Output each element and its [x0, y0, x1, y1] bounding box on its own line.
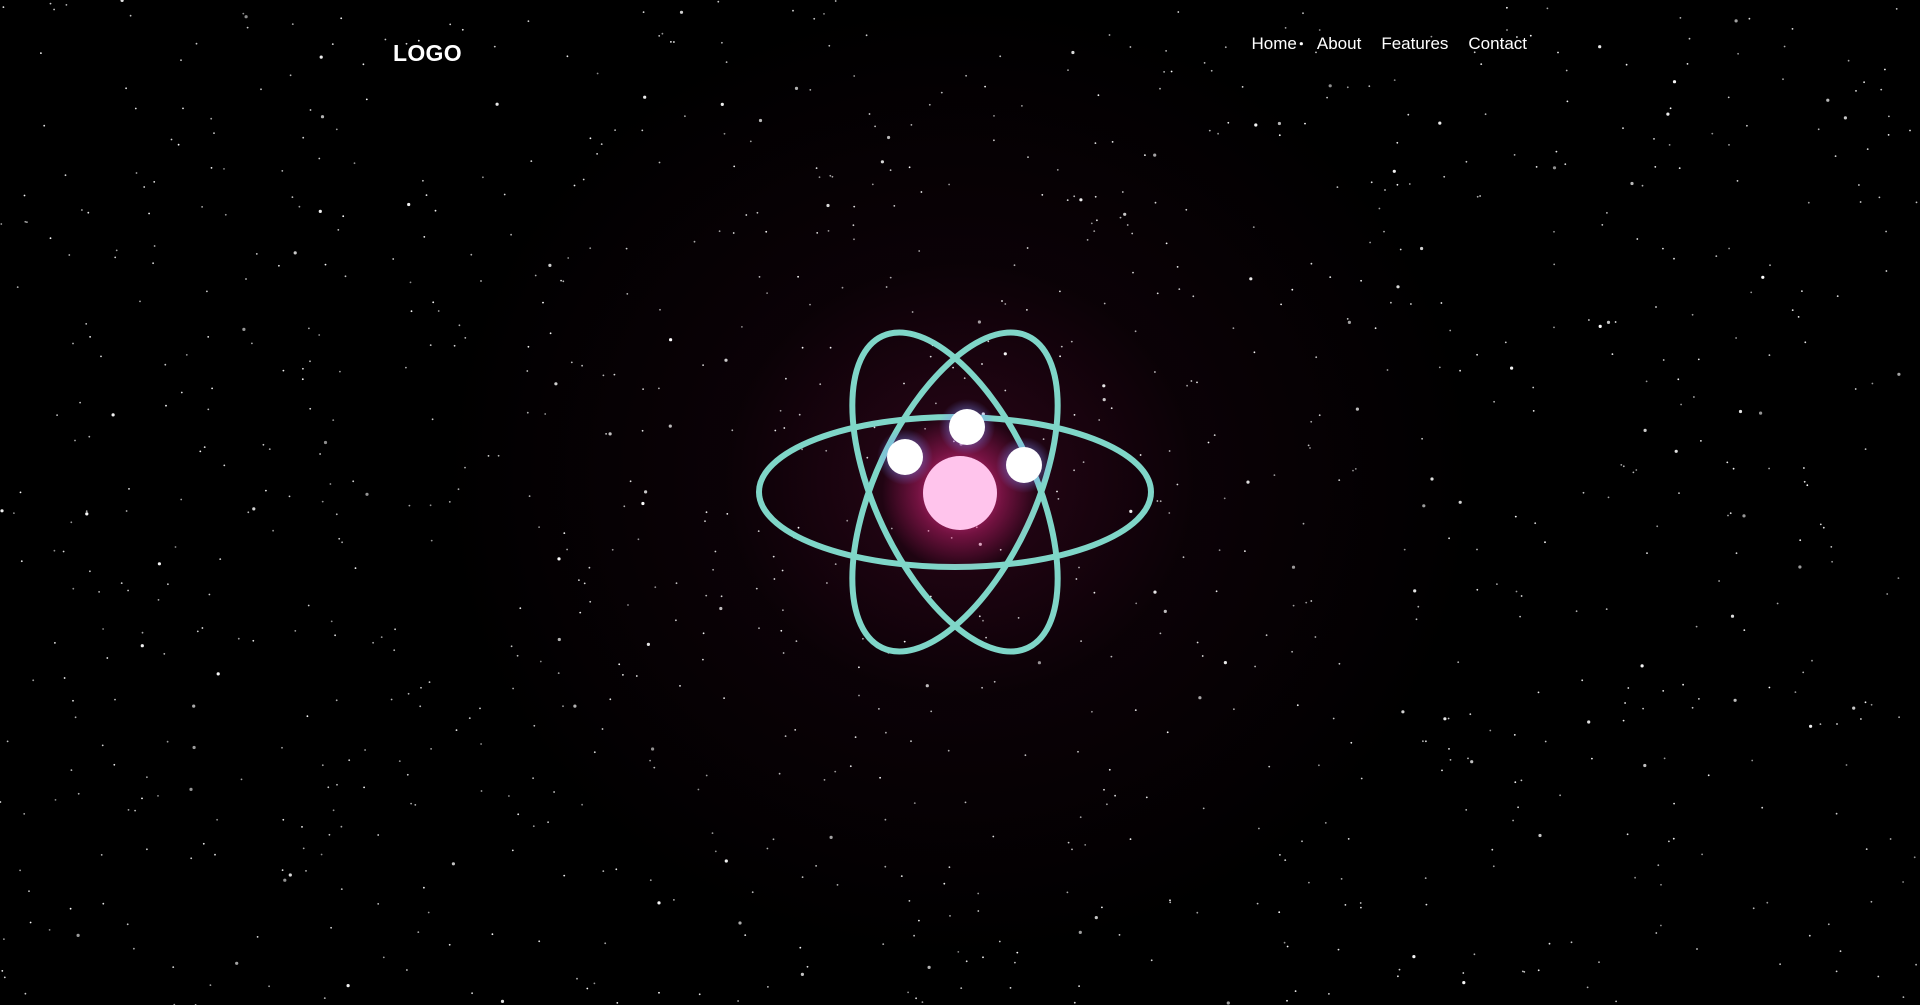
electron-top	[949, 409, 985, 445]
nav-link-features[interactable]: Features	[1381, 34, 1448, 54]
nav-link-contact[interactable]: Contact	[1468, 34, 1527, 54]
hero-page: LOGO Home About Features Contact	[0, 0, 1920, 1005]
atom-illustration	[756, 329, 1154, 655]
logo[interactable]: LOGO	[393, 40, 462, 67]
main-nav: Home About Features Contact	[1252, 34, 1527, 54]
nucleus-core	[923, 456, 997, 530]
top-navbar: LOGO Home About Features Contact	[0, 0, 1920, 100]
nav-link-home[interactable]: Home	[1252, 34, 1297, 54]
nav-link-about[interactable]: About	[1317, 34, 1361, 54]
electron-left	[887, 439, 923, 475]
electron-right	[1006, 447, 1042, 483]
